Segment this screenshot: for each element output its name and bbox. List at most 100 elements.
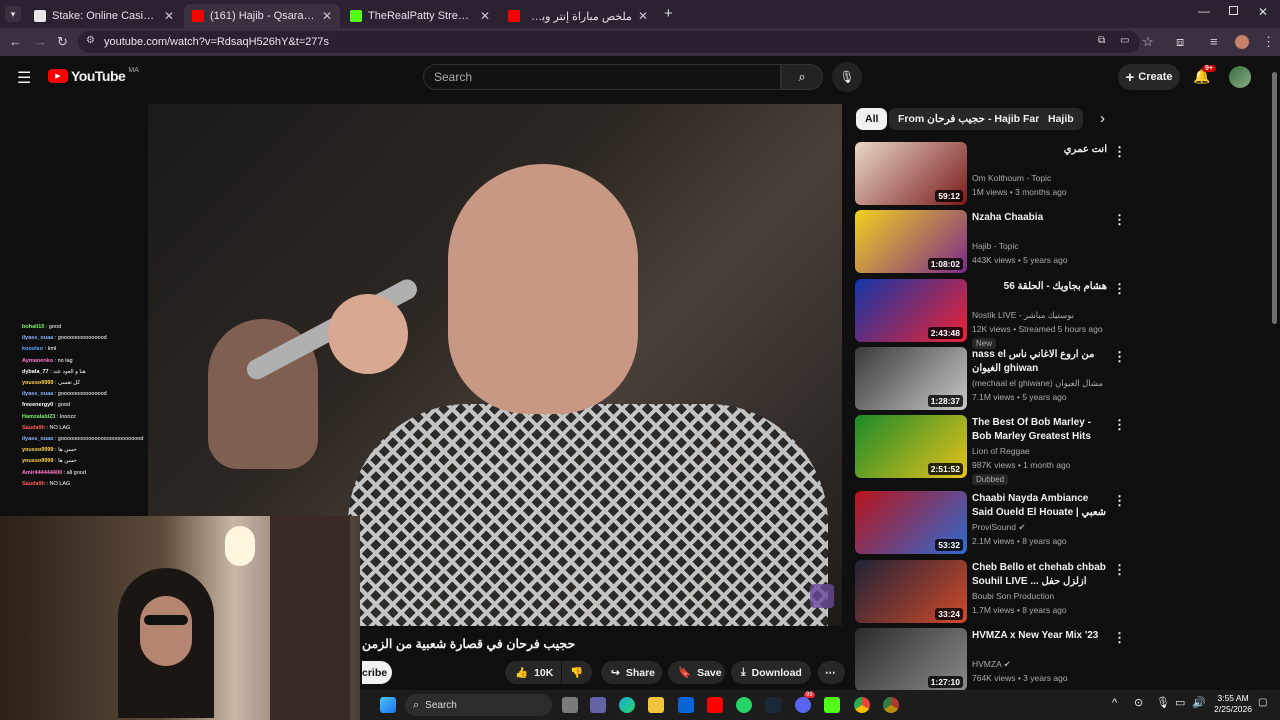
tab-youtube-match[interactable]: ملخص مباراة إنتر وبودو/غليمت |✕ bbox=[500, 4, 656, 28]
close-tab-icon[interactable]: ✕ bbox=[480, 9, 490, 23]
video-thumbnail[interactable]: 1:28:37 bbox=[855, 347, 967, 410]
more-actions-button[interactable]: ⋯ bbox=[818, 661, 845, 684]
subscribe-button[interactable]: cribe bbox=[362, 661, 392, 684]
close-window-icon[interactable]: ✕ bbox=[1258, 5, 1268, 19]
outlook-icon[interactable] bbox=[678, 697, 694, 713]
network-icon[interactable]: ▭ bbox=[1175, 696, 1185, 709]
recommended-video[interactable]: 1:08:02 Nzaha Chaabia Hajib - Topic 443K vi… bbox=[855, 210, 1135, 274]
close-tab-icon[interactable]: ✕ bbox=[322, 9, 332, 23]
more-options-icon[interactable]: ⋮ bbox=[1113, 417, 1126, 433]
forward-icon[interactable]: → bbox=[34, 34, 47, 49]
taskbar-search[interactable]: ⌕ Search bbox=[405, 694, 552, 716]
recommended-video[interactable]: 1:27:10 HVMZA x New Year Mix '23 HVMZA ✔ 76… bbox=[855, 628, 1135, 692]
tray-app-icon[interactable]: ⊙ bbox=[1134, 696, 1143, 709]
translate-icon[interactable]: ⧉ bbox=[1098, 35, 1105, 46]
close-tab-icon[interactable]: ✕ bbox=[638, 9, 648, 23]
recommended-title[interactable]: nass el من اروع الاغاني ناس الغيوان ghiw… bbox=[972, 348, 1107, 375]
hamburger-menu-icon[interactable]: ☰ bbox=[17, 68, 31, 88]
video-thumbnail[interactable]: 2:51:52 bbox=[855, 415, 967, 478]
task-view-icon[interactable] bbox=[562, 697, 578, 713]
search-input[interactable]: Search bbox=[423, 64, 781, 90]
media-control-icon[interactable]: ≡ bbox=[1210, 34, 1218, 49]
windows-start-icon[interactable] bbox=[380, 697, 396, 713]
recommended-title[interactable]: HVMZA x New Year Mix '23 bbox=[972, 629, 1107, 643]
bookmark-star-icon[interactable]: ☆ bbox=[1142, 34, 1154, 50]
dislike-button[interactable]: 👎 bbox=[562, 661, 592, 684]
chrome-menu-icon[interactable]: ⋮ bbox=[1262, 34, 1275, 50]
create-button[interactable]: + Create bbox=[1118, 64, 1180, 90]
recommended-video[interactable]: 53:32 Chaabi Nayda Ambiance Said Oueld El… bbox=[855, 491, 1135, 555]
back-icon[interactable]: ← bbox=[9, 34, 22, 49]
recommended-channel[interactable]: Om Kolthoum - Topic bbox=[972, 172, 1122, 186]
chrome-profile-icon[interactable] bbox=[883, 697, 899, 713]
recommended-video[interactable]: 2:51:52 The Best Of Bob Marley - Bob Marl… bbox=[855, 415, 1135, 485]
video-thumbnail[interactable]: 59:12 bbox=[855, 142, 967, 205]
recommended-title[interactable]: The Best Of Bob Marley - Bob Marley Grea… bbox=[972, 416, 1107, 444]
steam-icon[interactable] bbox=[765, 697, 781, 713]
recommended-channel[interactable]: Boubi Son Production bbox=[972, 590, 1122, 604]
recommended-video[interactable]: 2:43:48 هشام بجاويك - الحلقة 56 Nostik LIV… bbox=[855, 279, 1135, 349]
video-thumbnail[interactable]: 33:24 bbox=[855, 560, 967, 623]
recommended-video[interactable]: 1:28:37 nass el من اروع الاغاني ناس الغيو… bbox=[855, 347, 1135, 411]
more-options-icon[interactable]: ⋮ bbox=[1113, 562, 1126, 578]
channel-watermark-icon[interactable] bbox=[810, 584, 834, 608]
more-options-icon[interactable]: ⋮ bbox=[1113, 281, 1126, 297]
cast-icon[interactable]: ▭ bbox=[1120, 35, 1129, 46]
recommended-channel[interactable]: Lion of Reggae bbox=[972, 445, 1122, 459]
share-button[interactable]: ↪ Share bbox=[601, 661, 662, 684]
edge-icon[interactable] bbox=[619, 697, 635, 713]
profile-avatar[interactable] bbox=[1235, 35, 1249, 49]
system-clock[interactable]: 3:55 AM 2/25/2026 bbox=[1214, 693, 1252, 715]
recommended-title[interactable]: Chaabi Nayda Ambiance Said Oueld El Houa… bbox=[972, 492, 1107, 520]
youtube-logo[interactable]: ▶ YouTube MA bbox=[48, 67, 139, 84]
video-thumbnail[interactable]: 2:43:48 bbox=[855, 279, 967, 342]
tray-mic-icon[interactable]: 🎙 bbox=[1156, 696, 1170, 709]
teams-icon[interactable] bbox=[590, 697, 606, 713]
file-explorer-icon[interactable] bbox=[648, 697, 664, 713]
recommended-video[interactable]: 59:12 انت عمري Om Kolthoum - Topic 1M views… bbox=[855, 142, 1135, 206]
video-thumbnail[interactable]: 1:27:10 bbox=[855, 628, 967, 691]
maximize-window-icon[interactable] bbox=[1229, 6, 1238, 15]
chip-hajib[interactable]: Hajib bbox=[1039, 108, 1083, 130]
extensions-icon[interactable]: ⧈ bbox=[1176, 34, 1184, 50]
recommended-channel[interactable]: Hajib - Topic bbox=[972, 240, 1122, 254]
save-button[interactable]: 🔖 Save bbox=[668, 661, 725, 684]
tab-stake[interactable]: Stake: Online Casino & Sports B✕ bbox=[26, 4, 182, 28]
notification-center-icon[interactable]: ▢ bbox=[1258, 697, 1267, 708]
recommended-channel[interactable]: ProviSound ✔ bbox=[972, 521, 1122, 535]
recommended-channel[interactable]: Nostik LIVE - نوستيك مباشر bbox=[972, 309, 1122, 323]
recommended-title[interactable]: Nzaha Chaabia bbox=[972, 211, 1107, 225]
chevron-right-icon[interactable]: › bbox=[1100, 110, 1105, 127]
search-button[interactable]: ⌕ bbox=[781, 64, 823, 90]
video-thumbnail[interactable]: 1:08:02 bbox=[855, 210, 967, 273]
download-button[interactable]: ⤓ Download bbox=[731, 661, 811, 684]
more-options-icon[interactable]: ⋮ bbox=[1113, 144, 1126, 160]
recommended-channel[interactable]: (mechaal el ghiwane) مشال الغيوان bbox=[972, 377, 1122, 391]
like-button[interactable]: 👍 10K bbox=[505, 661, 561, 684]
tab-youtube-hajib[interactable]: (161) Hajib - Qsara Chaabia | (L✕ bbox=[184, 4, 340, 28]
minimize-window-icon[interactable]: — bbox=[1198, 4, 1210, 18]
tray-overflow-icon[interactable]: ^ bbox=[1112, 697, 1117, 709]
recommended-channel[interactable]: HVMZA ✔ bbox=[972, 658, 1122, 672]
whatsapp-icon[interactable] bbox=[736, 697, 752, 713]
new-tab-button[interactable]: + bbox=[664, 5, 673, 22]
volume-icon[interactable]: 🔊 bbox=[1192, 696, 1206, 709]
reload-icon[interactable]: ↻ bbox=[57, 34, 68, 50]
close-tab-icon[interactable]: ✕ bbox=[164, 9, 174, 23]
tab-kick-stream[interactable]: TheRealPatty Stream - Watch Li✕ bbox=[342, 4, 498, 28]
voice-search-button[interactable]: 🎙 bbox=[832, 62, 862, 92]
more-options-icon[interactable]: ⋮ bbox=[1113, 630, 1126, 646]
site-info-icon[interactable]: ⚙ bbox=[86, 35, 95, 46]
scrollbar-thumb[interactable] bbox=[1272, 72, 1277, 324]
recommended-title[interactable]: انت عمري bbox=[972, 143, 1107, 157]
more-options-icon[interactable]: ⋮ bbox=[1113, 493, 1126, 509]
address-bar[interactable]: ⚙ youtube.com/watch?v=RdsaqH526hY&t=277s… bbox=[78, 31, 1140, 53]
video-thumbnail[interactable]: 53:32 bbox=[855, 491, 967, 554]
youtube-app-icon[interactable] bbox=[707, 697, 723, 713]
more-options-icon[interactable]: ⋮ bbox=[1113, 349, 1126, 365]
tab-search-button[interactable]: ▾ bbox=[5, 6, 21, 22]
more-options-icon[interactable]: ⋮ bbox=[1113, 212, 1126, 228]
recommended-video[interactable]: 33:24 Cheb Bello et chehab chbab Souhil L… bbox=[855, 560, 1135, 624]
account-avatar[interactable] bbox=[1229, 66, 1251, 88]
chip-all[interactable]: All bbox=[856, 108, 888, 130]
